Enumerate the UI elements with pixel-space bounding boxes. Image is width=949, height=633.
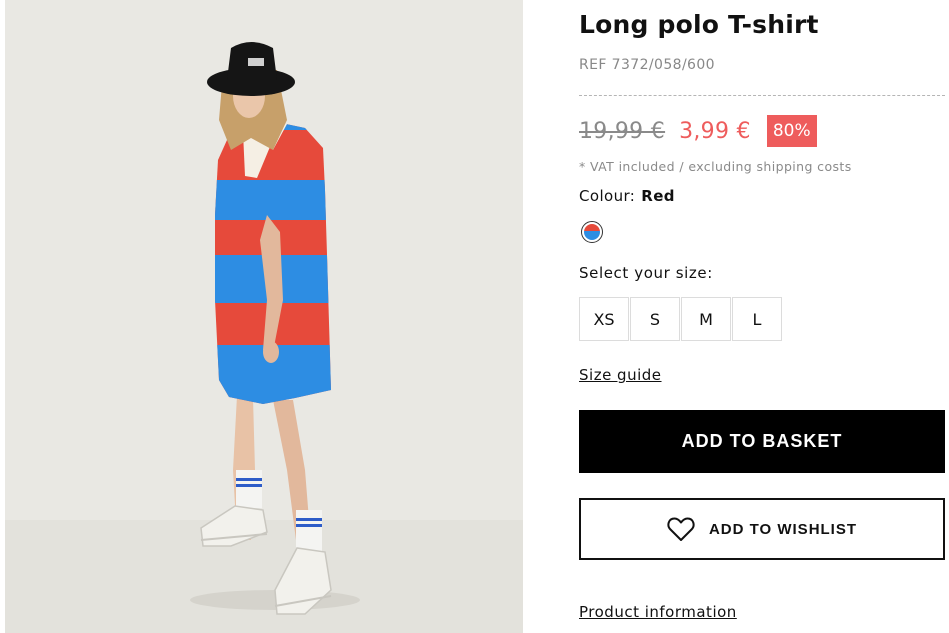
size-option-xs[interactable]: XS — [579, 297, 629, 341]
add-to-wishlist-button[interactable]: ADD TO WISHLIST — [579, 498, 945, 560]
select-size-label: Select your size: — [579, 264, 713, 282]
size-guide-link[interactable]: Size guide — [579, 366, 662, 384]
size-option-m[interactable]: M — [681, 297, 731, 341]
wishlist-label: ADD TO WISHLIST — [708, 520, 858, 538]
size-option-l[interactable]: L — [732, 297, 782, 341]
discount-badge: 80% — [766, 115, 817, 147]
original-price: 19,99 € — [579, 118, 666, 144]
price-row: 19,99 € 3,99 € 80% — [579, 114, 817, 148]
sale-price: 3,99 € — [679, 118, 751, 144]
product-title: Long polo T-shirt — [579, 10, 819, 39]
add-to-basket-button[interactable]: ADD TO BASKET — [579, 410, 945, 473]
price-divider — [579, 95, 945, 96]
product-information-link[interactable]: Product information — [579, 603, 737, 621]
product-reference: REF 7372/058/600 — [579, 57, 715, 73]
model-illustration — [5, 0, 523, 633]
product-details-panel: Long polo T-shirt REF 7372/058/600 19,99… — [579, 0, 945, 633]
size-option-s[interactable]: S — [630, 297, 680, 341]
size-selector: XS S M L — [579, 297, 783, 341]
colour-swatch-red-blue[interactable] — [581, 221, 603, 243]
colour-line: Colour: Red — [579, 187, 675, 205]
colour-label: Colour: — [579, 187, 636, 205]
swatch-color-dot — [584, 224, 600, 240]
product-photo[interactable] — [5, 0, 523, 633]
heart-icon — [667, 516, 695, 542]
colour-value: Red — [641, 187, 675, 205]
vat-note: * VAT included / excluding shipping cost… — [579, 159, 852, 174]
